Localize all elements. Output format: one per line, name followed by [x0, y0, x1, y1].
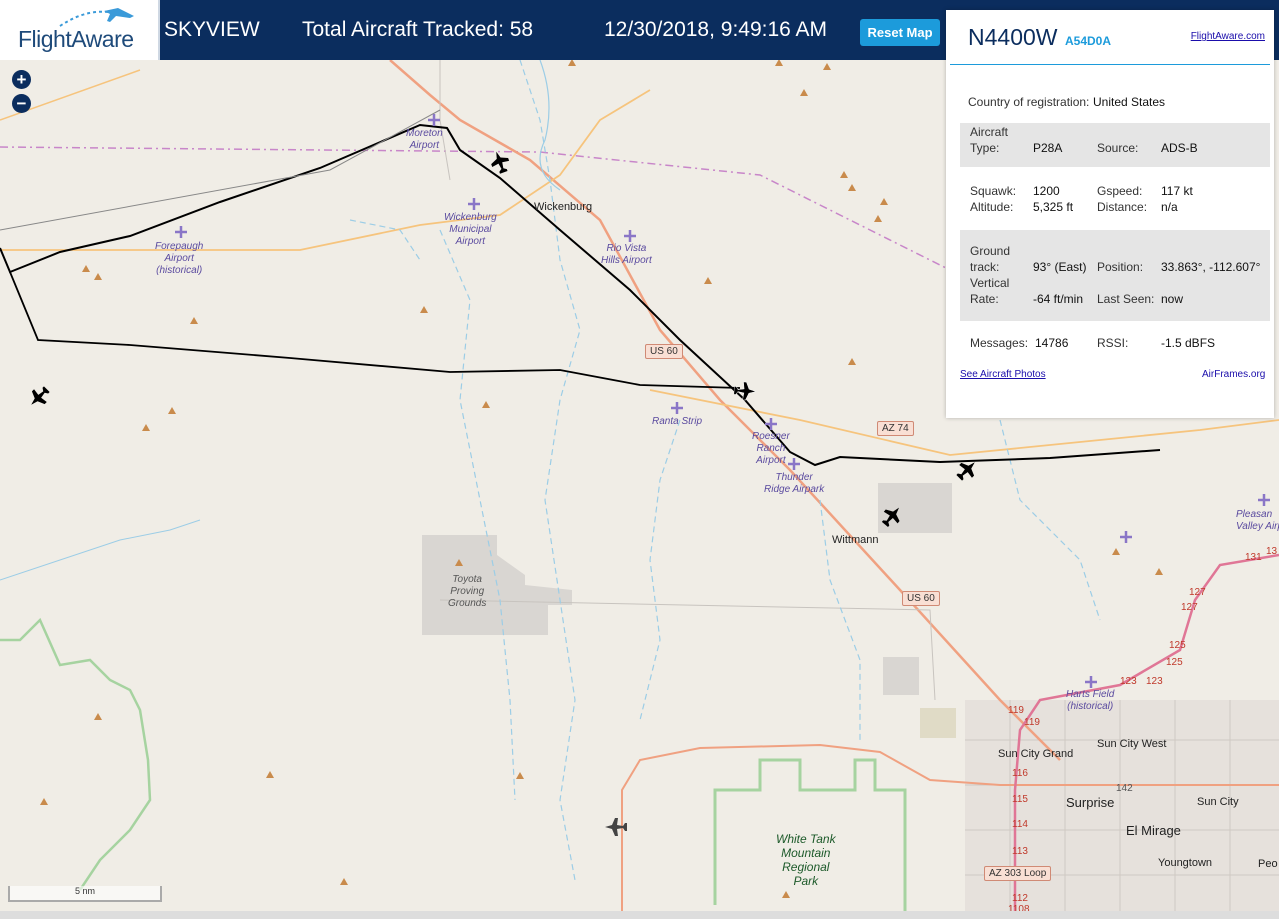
reset-map-button[interactable]: Reset Map	[860, 19, 940, 46]
datetime: 12/30/2018, 9:49:16 AM	[604, 18, 828, 41]
map-label-peoria: Peo	[1258, 858, 1278, 870]
aircraft-photos-link[interactable]: See Aircraft Photos	[960, 369, 1046, 380]
map-label-pleasant-valley: Pleasan Valley Airp	[1236, 509, 1279, 532]
map-label-thunder-ridge: Thunder Ridge Airpark	[764, 472, 825, 495]
map-label-rio-vista: Rio Vista Hills Airport	[601, 243, 652, 266]
gray-area	[883, 657, 919, 695]
aircraft-icon[interactable]	[955, 458, 979, 482]
selected-aircraft-icon[interactable]	[734, 378, 756, 404]
map-label-harts: Harts Field (historical)	[1066, 689, 1115, 712]
map-label-wickenburg-muni: Wickenburg Municipal Airport	[444, 212, 497, 247]
aircraft-info-panel: N4400W A54D0A FlightAware.com Country of…	[946, 10, 1274, 418]
total-tracked: Total Aircraft Tracked: 58	[302, 18, 534, 41]
mile-marker: 13	[1266, 546, 1278, 557]
rssi-label: RSSI:	[1097, 336, 1129, 350]
mile-marker: 116	[1012, 768, 1028, 779]
logo-wordmark: FlightAware	[18, 26, 134, 52]
mile-marker: 142	[1116, 783, 1133, 794]
messages-value: 14786	[1035, 336, 1069, 350]
mile-marker: 127	[1181, 602, 1198, 613]
source-label: Source:	[1097, 141, 1139, 155]
aircraft-type-value: P28A	[1033, 141, 1063, 155]
gspeed-label: Gspeed:	[1097, 184, 1143, 198]
flightaware-logo[interactable]: FlightAware	[0, 0, 160, 60]
mile-marker: 115	[1012, 794, 1028, 805]
zoom-out-button[interactable]: −	[12, 94, 31, 113]
urban-area	[965, 700, 1279, 919]
map-label-sun-city: Sun City	[1197, 796, 1239, 808]
aircraft-icon[interactable]	[880, 504, 904, 528]
map-label-moreton: Moreton Airport	[406, 128, 443, 151]
mile-marker: 123	[1120, 676, 1137, 687]
minor-road	[439, 60, 451, 181]
position-label: Position:	[1097, 260, 1144, 274]
aircraft-type-label: Aircraft Type:	[970, 125, 1009, 155]
mile-marker: 125	[1166, 657, 1183, 668]
map-label-white-tank: White Tank Mountain Regional Park	[776, 832, 836, 888]
hex-code: A54D0A	[1065, 34, 1112, 48]
us60-shield: US 60	[902, 591, 940, 606]
map-label-wittmann: Wittmann	[832, 534, 879, 546]
rssi-value: -1.5 dBFS	[1161, 336, 1216, 350]
map-label-toyota: Toyota Proving Grounds	[448, 574, 487, 609]
map-label-sun-city-west: Sun City West	[1097, 738, 1167, 750]
source-value: ADS-B	[1161, 141, 1198, 155]
map-label-el-mirage: El Mirage	[1126, 823, 1181, 838]
map-label-sun-city-grand: Sun City Grand	[998, 748, 1074, 760]
az303-shield: AZ 303 Loop	[984, 866, 1052, 881]
altitude-label: Altitude:	[970, 200, 1014, 214]
last-seen-value: now	[1161, 292, 1184, 306]
position-value: 33.863°, -112.607°	[1161, 260, 1261, 274]
flightaware-link[interactable]: FlightAware.com	[1191, 31, 1265, 42]
airframes-link[interactable]: AirFrames.org	[1202, 369, 1265, 380]
hassayampa-river	[539, 60, 561, 191]
aircraft-icon[interactable]	[490, 149, 510, 175]
vertical-rate-label: Vertical Rate:	[970, 276, 1010, 306]
map-label-roesner: Roesner Ranch Airport	[752, 431, 790, 466]
panel-divider	[950, 64, 1270, 65]
mile-marker: 125	[1169, 640, 1186, 651]
ground-track-label: Ground track:	[970, 244, 1011, 274]
zoom-in-button[interactable]: +	[12, 70, 31, 89]
tail-number: N4400W	[968, 24, 1058, 50]
gspeed-value: 117 kt	[1161, 184, 1193, 198]
altitude-value: 5,325 ft	[1033, 200, 1074, 214]
distance-label: Distance:	[1097, 200, 1148, 214]
az74-shield: AZ 74	[877, 421, 914, 436]
map-label-youngtown: Youngtown	[1158, 857, 1213, 869]
mile-marker: 119	[1008, 705, 1024, 716]
squawk-label: Squawk:	[970, 184, 1017, 198]
flight-track-line-3	[0, 109, 441, 231]
us60-shield: US 60	[645, 344, 683, 359]
mile-marker: 119	[1024, 717, 1040, 728]
river	[0, 519, 201, 581]
aircraft-icon[interactable]	[27, 385, 51, 409]
ground-track-value: 93° (East)	[1033, 260, 1087, 274]
mile-marker: 114	[1012, 819, 1028, 830]
gray-area	[920, 708, 956, 738]
mile-marker: 127	[1189, 587, 1206, 598]
mile-marker: 113	[1012, 846, 1028, 857]
country-value: United States	[1093, 95, 1166, 109]
mile-marker: 123	[1146, 676, 1163, 687]
app-title: SKYVIEW	[164, 18, 260, 41]
last-seen-label: Last Seen:	[1097, 292, 1155, 306]
squawk-value: 1200	[1033, 184, 1060, 198]
vertical-rate-value: -64 ft/min	[1033, 292, 1084, 306]
state-road	[0, 89, 651, 251]
green-boundary	[0, 617, 152, 891]
distance-value: n/a	[1161, 200, 1178, 214]
horizontal-scrollbar[interactable]	[0, 911, 1279, 919]
aircraft-icon[interactable]	[603, 815, 629, 839]
map-label-surprise: Surprise	[1066, 795, 1115, 810]
scale-bar: 5 nm	[8, 886, 162, 902]
map-label-forepaugh: Forepaugh Airport (historical)	[155, 241, 204, 276]
mile-marker: 131	[1245, 552, 1262, 563]
map-label-ranta: Ranta Strip	[652, 416, 703, 427]
country-label: Country of registration:	[968, 95, 1090, 109]
messages-label: Messages:	[970, 336, 1029, 350]
map-label-wickenburg: Wickenburg	[534, 201, 593, 213]
